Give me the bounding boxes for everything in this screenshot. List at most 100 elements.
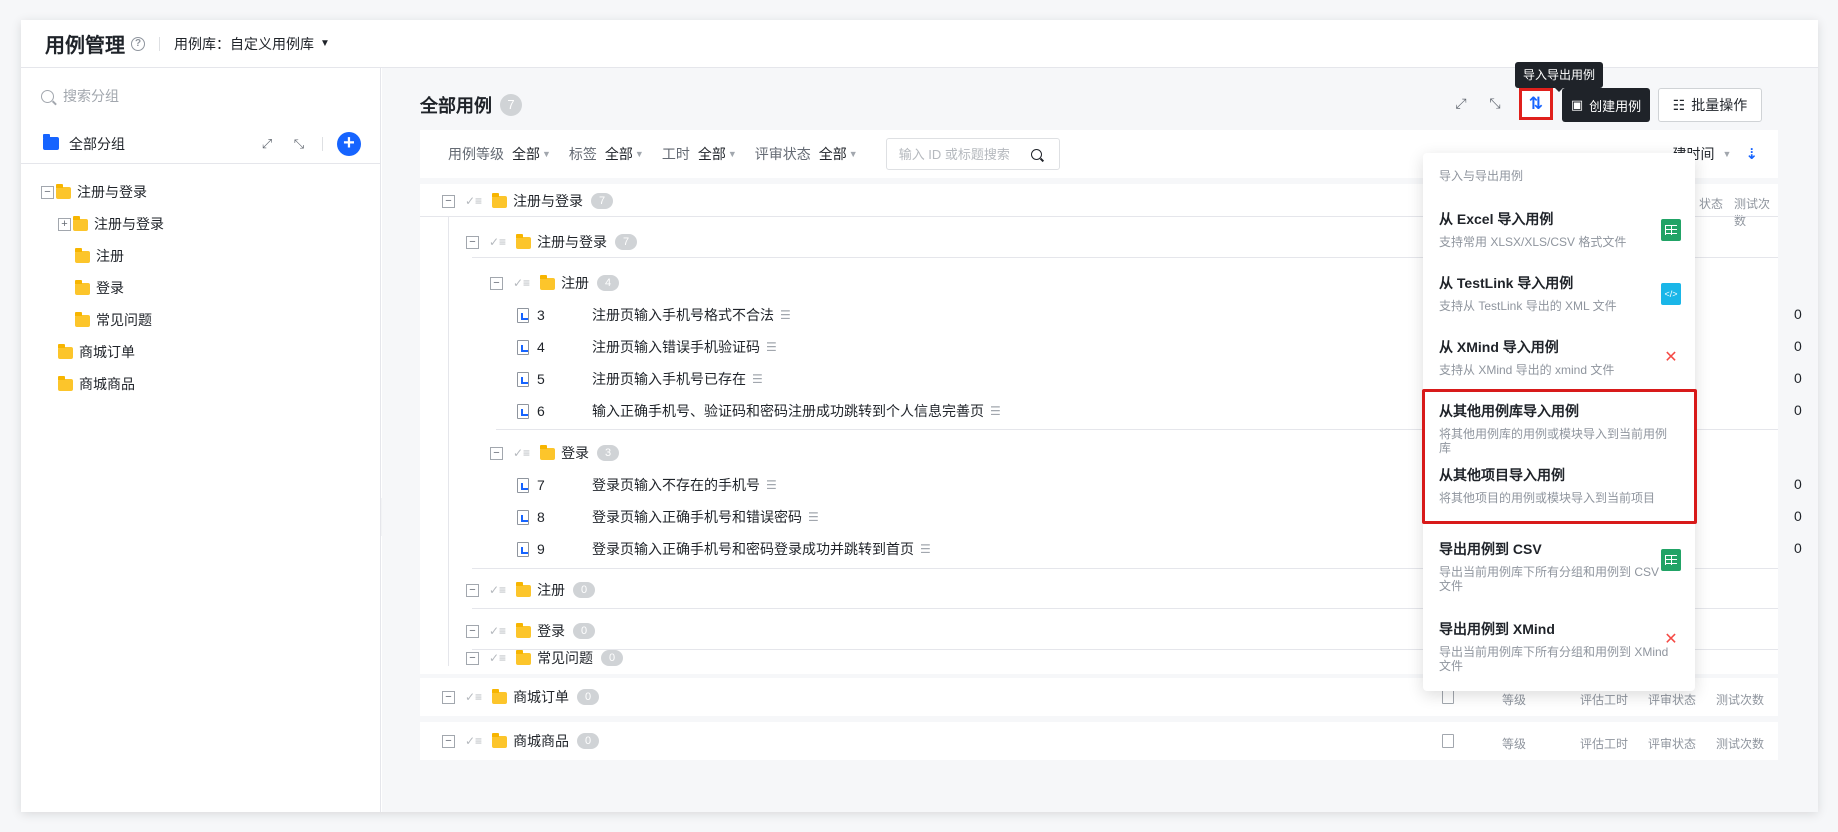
case-search[interactable] [885, 138, 1060, 170]
case-row[interactable]: 3 注册页输入手机号格式不合法 ☰ [517, 299, 791, 331]
collapse-icon[interactable]: − [466, 651, 479, 665]
all-groups-row[interactable]: 全部分组 ⤢ ⤡ + [21, 124, 381, 164]
count-badge: 0 [573, 582, 596, 598]
check-all-icon[interactable]: ✓≡ [489, 651, 506, 665]
tree-item-label: 商城商品 [79, 376, 135, 392]
expand-all-icon[interactable]: ⤢ [258, 135, 276, 153]
check-all-icon[interactable]: ✓≡ [489, 235, 506, 249]
collapse-icon[interactable]: − [442, 690, 455, 704]
add-case-icon[interactable] [1442, 690, 1454, 704]
case-row[interactable]: 8 登录页输入正确手机号和错误密码 ☰ [517, 501, 819, 533]
collapse-icon[interactable]: − [442, 734, 455, 748]
group-label: 注册与登录 [513, 193, 584, 209]
group-label: 注册 [561, 275, 590, 291]
case-row[interactable]: 5 注册页输入手机号已存在 ☰ [517, 363, 763, 395]
collapse-icon[interactable]: − [466, 624, 479, 638]
collapse-icon[interactable]: − [442, 194, 455, 208]
group-row[interactable]: − ✓≡ 注册 4 [490, 267, 620, 299]
create-case-button[interactable]: ▣ 创建用例 [1562, 88, 1650, 122]
case-icon [517, 541, 529, 557]
testlink-icon: </> [1661, 283, 1681, 305]
group-row[interactable]: − ✓≡ 商城商品 0 [442, 725, 600, 757]
filter-tag-value[interactable]: 全部 [605, 144, 633, 164]
group-row[interactable]: − ✓≡ 商城订单 0 [442, 681, 600, 713]
tree-item[interactable]: − 注册与登录 [21, 176, 381, 208]
collapse-all-icon[interactable]: ⤡ [290, 135, 308, 153]
add-group-button[interactable]: + [337, 132, 361, 156]
group-row[interactable]: − ✓≡ 登录 3 [490, 437, 620, 469]
expand-all-icon[interactable]: ⤢ [1451, 93, 1471, 113]
case-id: 9 [537, 541, 545, 557]
menu-item-import-xmind[interactable]: 从 XMind 导入用例 支持从 XMind 导出的 xmind 文件 ✕ [1423, 325, 1695, 389]
batch-operation-button[interactable]: ☷ 批量操作 [1658, 88, 1762, 122]
group-row[interactable]: − ✓≡ 注册与登录 7 [466, 226, 638, 258]
check-all-icon[interactable]: ✓≡ [489, 624, 506, 638]
case-search-input[interactable] [898, 146, 1031, 162]
filter-review-value[interactable]: 全部 [819, 144, 847, 164]
expand-icon[interactable]: + [58, 217, 71, 231]
menu-item-export-csv[interactable]: 导出用例到 CSV 导出当前用例库下所有分组和用例到 CSV 文件 [1423, 527, 1695, 607]
caret-down-icon[interactable]: ▼ [635, 149, 644, 159]
library-selector[interactable]: 用例库：自定义用例库 ▼ [174, 34, 330, 54]
sort-order-icon[interactable]: ⇣ [1745, 145, 1758, 163]
tree-item[interactable]: 注册 [21, 240, 381, 272]
main-title: 全部用例 7 [420, 92, 522, 118]
group-row[interactable]: − ✓≡ 常见问题 0 [466, 642, 624, 674]
case-row[interactable]: 7 登录页输入不存在的手机号 ☰ [517, 469, 777, 501]
case-row[interactable]: 4 注册页输入错误手机验证码 ☰ [517, 331, 777, 363]
case-title[interactable]: 注册页输入手机号已存在 [592, 369, 746, 389]
group-label: 注册与登录 [537, 234, 608, 250]
check-all-icon[interactable]: ✓≡ [489, 583, 506, 597]
case-icon [517, 509, 529, 525]
case-title[interactable]: 登录页输入正确手机号和密码登录成功并跳转到首页 [592, 539, 914, 559]
check-all-icon[interactable]: ✓≡ [513, 446, 530, 460]
collapse-icon[interactable]: − [490, 446, 503, 460]
caret-down-icon[interactable]: ▼ [542, 149, 551, 159]
group-search[interactable] [41, 80, 361, 112]
check-all-icon[interactable]: ✓≡ [465, 734, 482, 748]
search-icon [41, 89, 54, 103]
tree-item[interactable]: 登录 [21, 272, 381, 304]
tree-item[interactable]: 商城商品 [21, 368, 381, 400]
case-title[interactable]: 输入正确手机号、验证码和密码注册成功跳转到个人信息完善页 [592, 401, 984, 421]
case-row[interactable]: 9 登录页输入正确手机号和密码登录成功并跳转到首页 ☰ [517, 533, 931, 565]
tree-item[interactable]: 常见问题 [21, 304, 381, 336]
case-title[interactable]: 注册页输入错误手机验证码 [592, 337, 760, 357]
menu-item-import-excel[interactable]: 从 Excel 导入用例 支持常用 XLSX/XLS/CSV 格式文件 [1423, 197, 1695, 261]
help-icon[interactable]: ? [131, 36, 145, 51]
filter-effort-value[interactable]: 全部 [698, 144, 726, 164]
collapse-icon[interactable]: − [490, 276, 503, 290]
count-badge: 0 [601, 650, 624, 666]
case-id: 7 [537, 477, 545, 493]
case-title[interactable]: 登录页输入正确手机号和错误密码 [592, 507, 802, 527]
menu-item-export-xmind[interactable]: 导出用例到 XMind 导出当前用例库下所有分组和用例到 XMind 文件 ✕ [1423, 607, 1695, 687]
group-row[interactable]: − ✓≡ 注册与登录 7 [442, 185, 614, 217]
collapse-icon[interactable]: − [466, 583, 479, 597]
folder-icon [58, 376, 73, 391]
case-row[interactable]: 6 输入正确手机号、验证码和密码注册成功跳转到个人信息完善页 ☰ [517, 395, 1001, 427]
collapse-icon[interactable]: − [41, 185, 54, 199]
menu-item-import-testlink[interactable]: 从 TestLink 导入用例 支持从 TestLink 导出的 XML 文件 … [1423, 261, 1695, 325]
check-all-icon[interactable]: ✓≡ [465, 690, 482, 704]
caret-down-icon[interactable]: ▼ [728, 149, 737, 159]
group-row[interactable]: − ✓≡ 注册 0 [466, 574, 596, 606]
collapse-icon[interactable]: − [466, 235, 479, 249]
add-case-icon[interactable] [1442, 734, 1454, 748]
check-all-icon[interactable]: ✓≡ [465, 194, 482, 208]
collapse-all-icon[interactable]: ⤡ [1485, 93, 1505, 113]
tree-item[interactable]: + 注册与登录 [21, 208, 381, 240]
folder-icon [540, 275, 556, 290]
import-export-button[interactable]: ⇅ [1519, 88, 1553, 120]
folder-icon [73, 216, 88, 231]
group-label: 常见问题 [537, 650, 594, 666]
tree-item[interactable]: 商城订单 [21, 336, 381, 368]
caret-down-icon[interactable]: ▼ [849, 149, 858, 159]
search-icon[interactable] [1030, 148, 1042, 160]
menu-item-title: 从 TestLink 导入用例 [1439, 275, 1574, 291]
case-title[interactable]: 登录页输入不存在的手机号 [592, 475, 760, 495]
case-title[interactable]: 注册页输入手机号格式不合法 [592, 305, 774, 325]
tooltip: 导入导出用例 [1515, 62, 1604, 92]
check-all-icon[interactable]: ✓≡ [513, 276, 530, 290]
filter-level-value[interactable]: 全部 [512, 144, 540, 164]
group-search-input[interactable] [63, 88, 323, 104]
